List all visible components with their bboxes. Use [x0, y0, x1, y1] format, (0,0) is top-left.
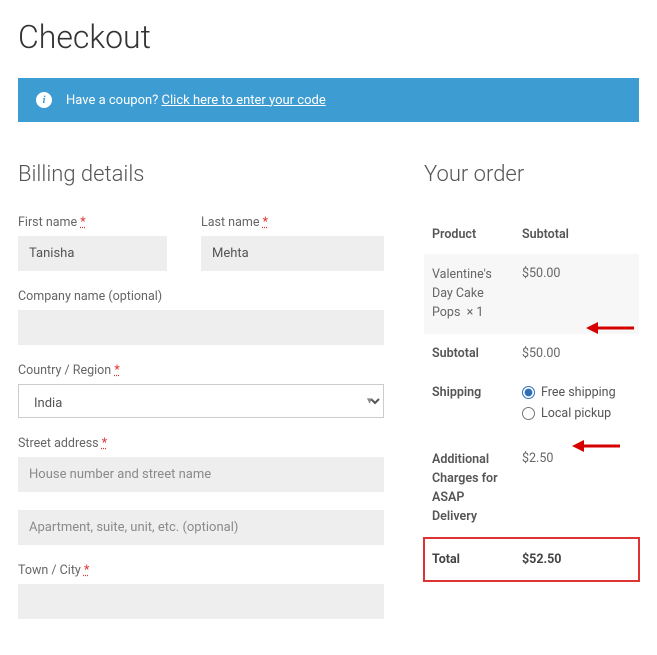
info-icon: i — [36, 92, 52, 108]
shipping-local-option[interactable]: Local pickup — [522, 406, 631, 421]
asap-row: Additional Charges for ASAP Delivery $2.… — [424, 439, 639, 538]
street-label: Street address * — [18, 436, 384, 451]
first-name-label: First name * — [18, 215, 167, 230]
shipping-row: Shipping Free shipping Local pickup — [424, 373, 639, 439]
shipping-free-radio[interactable] — [522, 386, 535, 399]
coupon-text: Have a coupon? Click here to enter your … — [66, 93, 326, 108]
order-item-qty: × 1 — [467, 305, 484, 320]
country-select[interactable]: India — [18, 384, 384, 418]
order-heading: Your order — [424, 162, 639, 187]
last-name-input[interactable] — [201, 236, 384, 271]
total-value: $52.50 — [514, 538, 639, 581]
coupon-prompt: Have a coupon? — [66, 93, 158, 108]
company-input[interactable] — [18, 310, 384, 345]
subtotal-row: Subtotal $50.00 — [424, 334, 639, 373]
city-input[interactable] — [18, 584, 384, 619]
total-label: Total — [424, 538, 514, 581]
subtotal-value: $50.00 — [514, 334, 639, 373]
city-label: Town / City * — [18, 563, 384, 578]
col-subtotal: Subtotal — [514, 215, 639, 254]
shipping-free-option[interactable]: Free shipping — [522, 385, 631, 400]
shipping-local-radio[interactable] — [522, 407, 535, 420]
subtotal-label: Subtotal — [424, 334, 514, 373]
company-label: Company name (optional) — [18, 289, 384, 304]
asap-label: Additional Charges for ASAP Delivery — [424, 439, 514, 538]
col-product: Product — [424, 215, 514, 254]
country-label: Country / Region * — [18, 363, 384, 378]
annotation-arrow-icon — [586, 320, 634, 336]
order-table: Product Subtotal Valentine's Day Cake Po… — [424, 215, 639, 581]
street1-input[interactable] — [18, 457, 384, 492]
billing-heading: Billing details — [18, 162, 384, 187]
total-row: Total $52.50 — [424, 538, 639, 581]
annotation-arrow-icon — [572, 438, 620, 454]
street2-input[interactable] — [18, 510, 384, 545]
first-name-input[interactable] — [18, 236, 167, 271]
page-title: Checkout — [18, 18, 639, 56]
asap-value: $2.50 — [514, 439, 639, 538]
last-name-label: Last name * — [201, 215, 384, 230]
shipping-label: Shipping — [424, 373, 514, 439]
coupon-link[interactable]: Click here to enter your code — [162, 93, 326, 108]
coupon-banner: i Have a coupon? Click here to enter you… — [18, 78, 639, 122]
